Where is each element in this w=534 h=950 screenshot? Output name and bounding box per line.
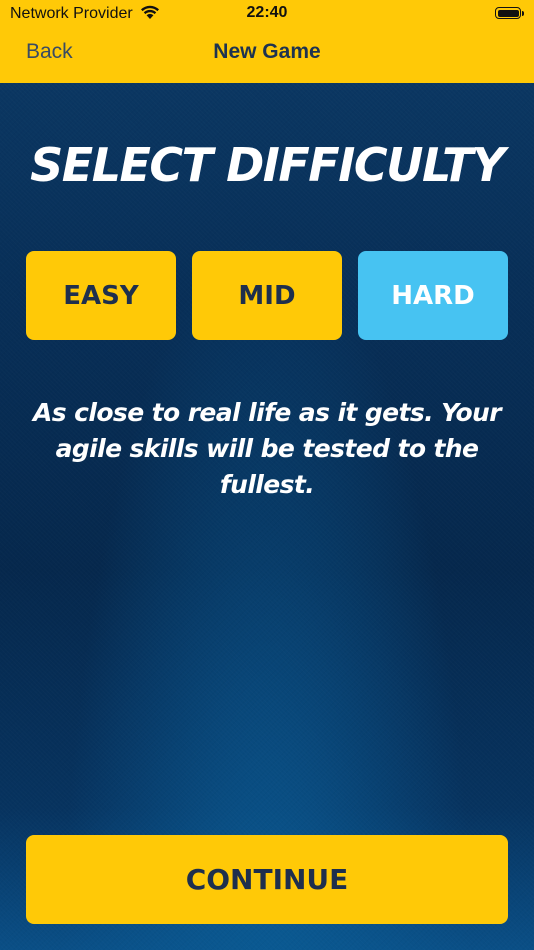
status-bar: Network Provider 22:40 bbox=[0, 0, 534, 28]
battery-level bbox=[497, 9, 519, 17]
page-title: New Game bbox=[213, 40, 321, 63]
navigation-bar: Network Provider 22:40 Back New Game bbox=[0, 0, 534, 83]
battery-icon bbox=[495, 7, 524, 19]
background-texture bbox=[0, 83, 534, 950]
difficulty-hard-button[interactable]: HARD bbox=[358, 251, 508, 340]
status-time: 22:40 bbox=[246, 4, 288, 21]
difficulty-easy-button[interactable]: EASY bbox=[26, 251, 176, 340]
difficulty-description: As close to real life as it gets. Your a… bbox=[33, 398, 502, 499]
game-screen: Network Provider 22:40 Back New Game SEL… bbox=[0, 0, 534, 950]
difficulty-heading: SELECT DIFFICULTY bbox=[30, 138, 505, 192]
continue-button[interactable]: CONTINUE bbox=[26, 835, 508, 924]
difficulty-mid-button[interactable]: MID bbox=[192, 251, 342, 340]
